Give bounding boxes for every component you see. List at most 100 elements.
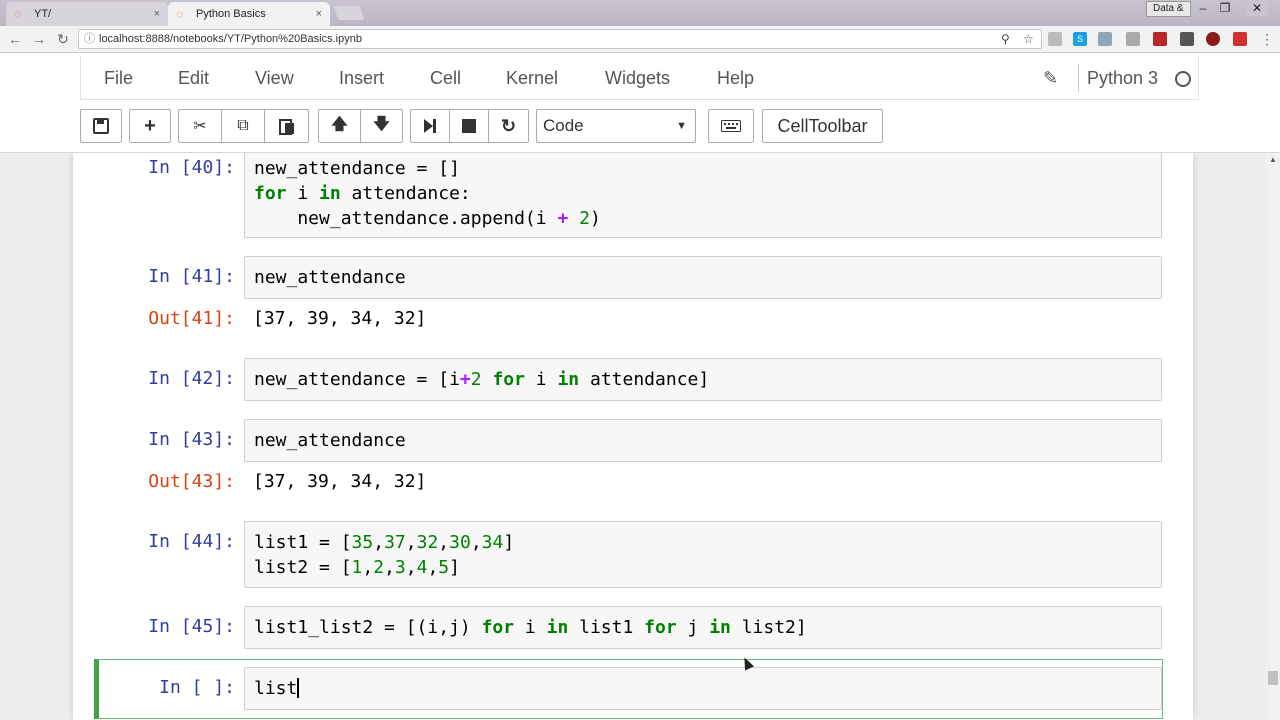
- menu-widgets[interactable]: Widgets: [605, 56, 670, 100]
- menu-edit[interactable]: Edit: [178, 56, 209, 100]
- back-icon[interactable]: ←: [6, 30, 24, 48]
- address-bar: ← → ↻ ⓘ localhost:8888/notebooks/YT/Pyth…: [0, 26, 1280, 53]
- jupyter-header: File Edit View Insert Cell Kernel Widget…: [0, 53, 1280, 152]
- output-prompt: Out[41]:: [148, 308, 235, 329]
- copy-button[interactable]: ⧉: [221, 109, 265, 143]
- profile-chip[interactable]: Data &: [1146, 1, 1191, 17]
- new-tab-button[interactable]: [333, 6, 365, 20]
- notebook-area: In [40]: new_attendance = [] for i in at…: [0, 153, 1266, 720]
- minimize-icon[interactable]: –: [1192, 0, 1214, 16]
- cell-type-value: Code: [543, 116, 584, 135]
- output-prompt: Out[43]:: [148, 471, 235, 492]
- save-icon: [93, 118, 109, 134]
- code-text: new_attendance = [] for i in attendance:…: [254, 158, 601, 229]
- url-text: localhost:8888/notebooks/YT/Python%20Bas…: [99, 33, 362, 45]
- arrow-up-icon: 🡅: [331, 115, 348, 133]
- celltoolbar-button[interactable]: CellToolbar: [762, 109, 883, 143]
- code-text: new_attendance = [i+2 for i in attendanc…: [254, 369, 710, 390]
- tab-title: YT/: [34, 8, 52, 20]
- close-tab-icon[interactable]: ×: [316, 8, 322, 20]
- stop-icon: [462, 119, 476, 133]
- extension-icon[interactable]: [1126, 32, 1140, 46]
- maximize-icon[interactable]: ❐: [1214, 0, 1236, 16]
- extension-icon[interactable]: [1098, 32, 1112, 46]
- page-scrollbar[interactable]: ▲: [1266, 153, 1280, 720]
- page-info-icon[interactable]: ⓘ: [84, 30, 95, 48]
- move-down-button[interactable]: 🡇: [360, 109, 403, 143]
- restart-icon: ↻: [500, 115, 517, 136]
- code-text-value: list: [254, 678, 298, 699]
- forward-icon[interactable]: →: [30, 30, 48, 48]
- input-prompt: In [42]:: [148, 368, 235, 389]
- menu-cell[interactable]: Cell: [430, 56, 461, 100]
- tab-title: Python Basics: [196, 8, 266, 20]
- browser-tab-python-basics[interactable]: ◌ Python Basics ×: [168, 2, 330, 26]
- command-palette-button[interactable]: [708, 109, 754, 143]
- edit-mode-pencil-icon: ✎: [1043, 68, 1059, 88]
- cell-output: [37, 39, 34, 32]: [253, 471, 427, 492]
- arrow-down-icon: 🡇: [373, 115, 390, 133]
- extension-icon[interactable]: [1233, 32, 1247, 46]
- paste-icon: [278, 119, 294, 135]
- shield-extension-icon[interactable]: [1180, 32, 1194, 46]
- menubar: File Edit View Insert Cell Kernel Widget…: [80, 56, 1199, 100]
- menu-help[interactable]: Help: [717, 56, 754, 100]
- close-tab-icon[interactable]: ×: [154, 8, 160, 20]
- code-cell-input[interactable]: new_attendance = [] for i in attendance:…: [244, 153, 1162, 238]
- divider: [1078, 64, 1079, 92]
- cut-button[interactable]: ✂: [178, 109, 222, 143]
- code-cell-input[interactable]: list1 = [35,37,32,30,34] list2 = [1,2,3,…: [244, 521, 1162, 588]
- restart-button[interactable]: ↻: [488, 109, 529, 143]
- code-cell-input[interactable]: new_attendance = [i+2 for i in attendanc…: [244, 358, 1162, 401]
- code-cell-input[interactable]: new_attendance: [244, 256, 1162, 299]
- zoom-icon[interactable]: ⚲: [1001, 30, 1010, 48]
- skype-extension-icon[interactable]: S: [1073, 32, 1087, 46]
- code-text: new_attendance: [254, 430, 406, 451]
- cell-type-select[interactable]: Code ▼: [536, 109, 696, 143]
- insert-cell-button[interactable]: +: [129, 109, 171, 143]
- save-button[interactable]: [80, 109, 122, 143]
- kernel-idle-indicator-icon: [1175, 71, 1191, 87]
- paste-button[interactable]: [264, 109, 309, 143]
- move-up-button[interactable]: 🡅: [318, 109, 361, 143]
- code-cell-input[interactable]: list1_list2 = [(i,j) for i in list1 for …: [244, 606, 1162, 649]
- run-button[interactable]: [410, 109, 450, 143]
- input-prompt: In [43]:: [148, 429, 235, 450]
- chevron-down-icon: ▼: [676, 120, 687, 132]
- url-field[interactable]: ⓘ localhost:8888/notebooks/YT/Python%20B…: [78, 29, 1042, 49]
- menu-kernel[interactable]: Kernel: [506, 56, 558, 100]
- menu-file[interactable]: File: [104, 56, 133, 100]
- interrupt-button[interactable]: [449, 109, 489, 143]
- menu-insert[interactable]: Insert: [339, 56, 384, 100]
- input-prompt: In [40]:: [148, 157, 235, 178]
- scroll-thumb[interactable]: [1268, 671, 1278, 685]
- text-cursor: [297, 678, 300, 698]
- window-close-icon[interactable]: ✕: [1246, 0, 1268, 16]
- reload-icon[interactable]: ↻: [54, 30, 72, 48]
- browser-tab-yt[interactable]: ◌ YT/ ×: [6, 2, 168, 26]
- code-text: list1_list2 = [(i,j) for i in list1 for …: [254, 617, 807, 638]
- scroll-up-icon[interactable]: ▲: [1266, 153, 1280, 167]
- cell-output: [37, 39, 34, 32]: [253, 308, 427, 329]
- menu-view[interactable]: View: [255, 56, 294, 100]
- copy-icon: ⧉: [237, 117, 249, 134]
- code-text: list1 = [35,37,32,30,34] list2 = [1,2,3,…: [254, 532, 515, 578]
- code-text: new_attendance: [254, 267, 406, 288]
- plus-icon: +: [144, 114, 156, 137]
- code-cell-input[interactable]: new_attendance: [244, 419, 1162, 462]
- extension-icon[interactable]: [1153, 32, 1167, 46]
- jupyter-favicon-icon: ◌: [14, 7, 22, 21]
- input-prompt: In [45]:: [148, 616, 235, 637]
- code-text: list: [245, 668, 1161, 701]
- extension-icon[interactable]: [1048, 32, 1062, 46]
- scissors-icon: ✂: [193, 118, 207, 135]
- kernel-name[interactable]: Python 3: [1087, 56, 1158, 100]
- jupyter-favicon-icon: ◌: [176, 7, 184, 21]
- chrome-menu-icon[interactable]: ⋮: [1258, 30, 1276, 48]
- browser-tab-strip: ◌ YT/ × ◌ Python Basics × Data & – ❐ ✕: [0, 0, 1280, 26]
- input-prompt: In [41]:: [148, 266, 235, 287]
- notebook-container: In [40]: new_attendance = [] for i in at…: [73, 153, 1193, 720]
- bookmark-star-icon[interactable]: ☆: [1023, 30, 1034, 48]
- active-code-cell-input[interactable]: list: [244, 667, 1162, 710]
- extension-icon[interactable]: [1206, 32, 1220, 46]
